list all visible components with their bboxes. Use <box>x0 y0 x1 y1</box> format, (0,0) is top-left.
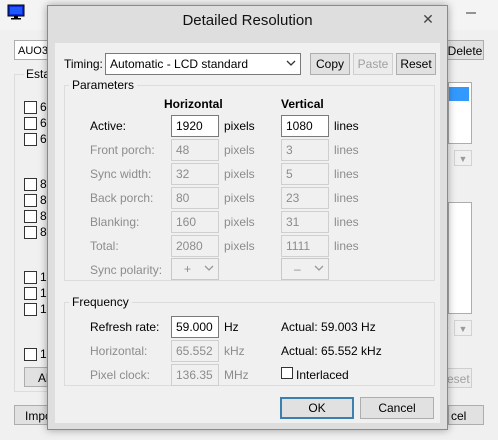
back-porch-v-unit: lines <box>334 191 359 205</box>
bg-checkbox[interactable] <box>24 194 37 207</box>
front-porch-v-input: 3 <box>281 139 329 161</box>
total-v-input: 1111 <box>281 235 329 257</box>
sync-polarity-h-value: + <box>184 262 192 276</box>
cancel-button-bg[interactable]: cel <box>448 405 484 425</box>
total-h-unit: pixels <box>224 239 255 253</box>
blanking-h-input: 160 <box>171 211 219 233</box>
sync-polarity-v-value: – <box>294 262 301 276</box>
bg-checkbox[interactable] <box>24 303 37 316</box>
total-label: Total: <box>90 239 119 253</box>
front-porch-label: Front porch: <box>90 143 155 157</box>
frequency-group-title: Frequency <box>69 295 132 309</box>
pixel-clock-label: Pixel clock: <box>90 368 151 382</box>
refresh-rate-input[interactable]: 59.000 <box>171 316 219 338</box>
bg-checkbox[interactable] <box>24 178 37 191</box>
bg-checkbox-label: 6 <box>40 100 47 114</box>
copy-button[interactable]: Copy <box>310 53 350 75</box>
chevron-down-icon <box>314 265 324 271</box>
horizontal-header: Horizontal <box>164 97 223 111</box>
cancel-button[interactable]: Cancel <box>360 397 434 419</box>
parameters-group-title: Parameters <box>69 78 138 92</box>
timing-label: Timing: <box>64 57 103 71</box>
scroll-down-icon[interactable]: ▼ <box>454 320 472 336</box>
interlaced-checkbox[interactable] <box>281 367 293 379</box>
extension-list[interactable] <box>448 202 472 314</box>
active-h-input[interactable]: 1920 <box>171 115 219 137</box>
horizontal-freq-label: Horizontal: <box>90 344 148 358</box>
reset-button-bg[interactable]: eset <box>446 368 472 388</box>
sync-polarity-label: Sync polarity: <box>90 263 163 277</box>
refresh-rate-label: Refresh rate: <box>90 320 160 334</box>
chevron-down-icon <box>286 60 296 66</box>
timing-select[interactable]: Automatic - LCD standard <box>105 53 301 75</box>
horizontal-freq-unit: kHz <box>224 344 245 358</box>
front-porch-h-input: 48 <box>171 139 219 161</box>
bg-checkbox[interactable] <box>24 210 37 223</box>
front-porch-v-unit: lines <box>334 143 359 157</box>
close-icon[interactable]: ✕ <box>417 10 439 28</box>
blanking-v-input: 31 <box>281 211 329 233</box>
chevron-down-icon <box>204 265 214 271</box>
refresh-rate-unit: Hz <box>224 320 239 334</box>
pixel-clock-input: 136.35 <box>171 364 219 386</box>
bg-checkbox-label: 6 <box>40 116 47 130</box>
timing-value: Automatic - LCD standard <box>110 57 249 71</box>
back-porch-v-input: 23 <box>281 187 329 209</box>
monitor-app-icon <box>7 4 25 20</box>
active-v-input[interactable]: 1080 <box>281 115 329 137</box>
total-v-unit: lines <box>334 239 359 253</box>
dialog-client-area: Timing: Automatic - LCD standard Copy Pa… <box>55 43 440 423</box>
refresh-actual: Actual: 59.003 Hz <box>281 320 376 334</box>
bg-checkbox-label: 6 <box>40 132 47 146</box>
horizontal-actual: Actual: 65.552 kHz <box>281 344 382 358</box>
ok-button[interactable]: OK <box>280 397 354 419</box>
scroll-down-icon[interactable]: ▼ <box>454 150 472 166</box>
total-h-input: 2080 <box>171 235 219 257</box>
sync-polarity-v-select: – <box>281 258 329 280</box>
sync-width-v-input: 5 <box>281 163 329 185</box>
back-porch-label: Back porch: <box>90 191 154 205</box>
detailed-resolution-dialog: Detailed Resolution ✕ Timing: Automatic … <box>47 5 448 430</box>
active-h-unit: pixels <box>224 119 255 133</box>
horizontal-freq-input: 65.552 <box>171 340 219 362</box>
bg-checkbox[interactable] <box>24 101 37 114</box>
blanking-label: Blanking: <box>90 215 140 229</box>
vertical-header: Vertical <box>281 97 324 111</box>
bg-checkbox[interactable] <box>24 287 37 300</box>
sync-width-label: Sync width: <box>90 167 152 181</box>
interlaced-label: Interlaced <box>296 368 349 382</box>
parent-minimize-icon[interactable] <box>458 2 484 20</box>
sync-width-h-unit: pixels <box>224 167 255 181</box>
pixel-clock-unit: MHz <box>224 368 249 382</box>
delete-button[interactable]: Delete <box>446 40 484 60</box>
front-porch-h-unit: pixels <box>224 143 255 157</box>
bg-checkbox[interactable] <box>24 348 37 361</box>
blanking-h-unit: pixels <box>224 215 255 229</box>
sync-width-v-unit: lines <box>334 167 359 181</box>
detailed-list[interactable] <box>448 82 472 144</box>
reset-button[interactable]: Reset <box>396 53 436 75</box>
active-v-unit: lines <box>334 119 359 133</box>
list-selection <box>449 87 469 101</box>
active-label: Active: <box>90 119 127 133</box>
blanking-v-unit: lines <box>334 215 359 229</box>
sync-polarity-h-select: + <box>171 258 219 280</box>
sync-width-h-input: 32 <box>171 163 219 185</box>
back-porch-h-input: 80 <box>171 187 219 209</box>
bg-checkbox[interactable] <box>24 226 37 239</box>
paste-button[interactable]: Paste <box>353 53 393 75</box>
dialog-title: Detailed Resolution <box>182 12 313 29</box>
bg-checkbox[interactable] <box>24 117 37 130</box>
bg-checkbox[interactable] <box>24 133 37 146</box>
back-porch-h-unit: pixels <box>224 191 255 205</box>
bg-checkbox[interactable] <box>24 271 37 284</box>
